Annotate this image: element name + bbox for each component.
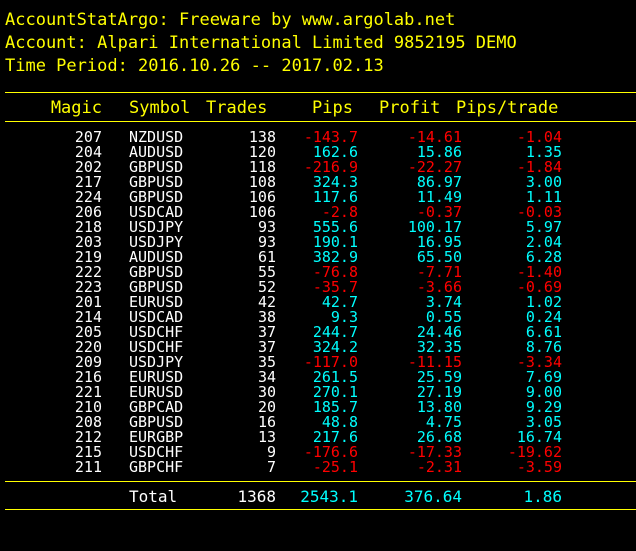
cell-profit: -2.31 [416,458,462,476]
total-rule-top [5,481,636,482]
total-rule-bottom [5,509,636,510]
table-row: 211 GBPCHF 7 -25.1 -2.31 -3.59 [0,460,636,475]
total-profit: 376.64 [404,487,462,506]
total-pips-per-trade: 1.86 [523,487,562,506]
col-header-magic: Magic [50,98,102,118]
total-label: Total [129,487,178,506]
col-header-profit: Profit [379,98,441,118]
account-line: Account: Alpari International Limited 98… [5,33,517,53]
total-pips: 2543.1 [300,487,358,506]
total-trades: 1368 [237,487,276,506]
cell-magic: 211 [74,458,102,476]
cell-symbol: GBPCHF [129,458,184,476]
cell-pips: -25.1 [312,458,358,476]
cell-trades: 13 [257,428,276,446]
cell-pips-per-trade: -3.59 [516,458,562,476]
cell-trades: 9 [266,443,276,461]
col-header-pips-per-trade: Pips/trade [456,98,559,118]
header-rule-top [5,92,636,93]
total-row: Total 1368 2543.1 376.64 1.86 [0,488,636,505]
header-rule-bottom [5,121,636,122]
col-header-symbol: Symbol [129,98,191,118]
col-header-pips: Pips [312,98,353,118]
time-period-line: Time Period: 2016.10.26 -- 2017.02.13 [5,56,384,76]
cell-trades: 7 [266,458,276,476]
report-title: AccountStatArgo: Freeware by www.argolab… [5,10,456,30]
col-header-trades: Trades [206,98,268,118]
